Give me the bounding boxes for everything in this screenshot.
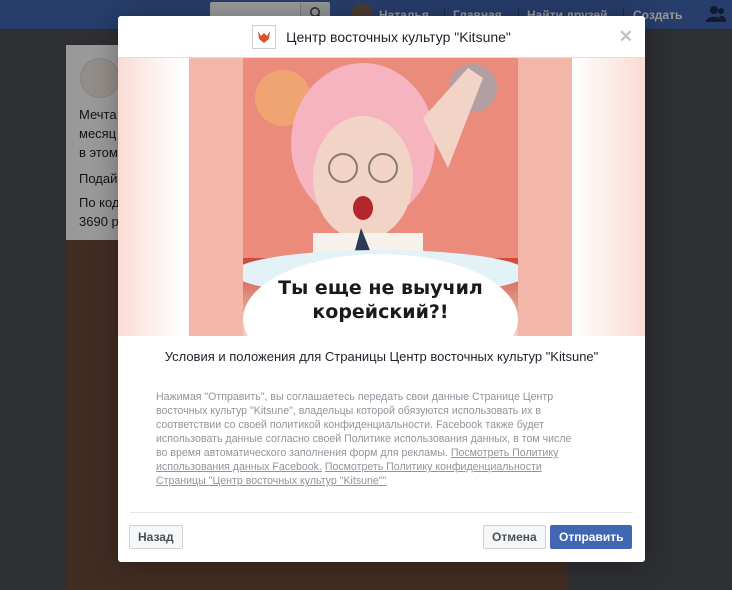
terms-title: Условия и положения для Страницы Центр в… <box>164 349 599 364</box>
hero-banner: Ты еще не выучил корейский?! <box>118 58 645 336</box>
cancel-button[interactable]: Отмена <box>483 525 546 549</box>
hero-image: Ты еще не выучил корейский?! <box>243 58 518 336</box>
dialog-header: Центр восточных культур "Kitsune" ✕ <box>118 16 645 58</box>
submit-button[interactable]: Отправить <box>550 525 633 549</box>
close-icon[interactable]: ✕ <box>619 28 633 45</box>
footer-divider <box>130 512 633 513</box>
hero-caption-line: Ты еще не выучил <box>278 277 483 299</box>
fox-logo-icon <box>258 30 271 43</box>
hero-caption-line: корейский?! <box>312 301 449 323</box>
kitsune-logo <box>252 24 277 49</box>
lead-form-dialog: Центр восточных культур "Kitsune" ✕ Ты е… <box>118 16 645 562</box>
hero-photo <box>243 58 518 258</box>
dialog-title: Центр восточных культур "Kitsune" <box>286 28 511 45</box>
hero-caption: Ты еще не выучил корейский?! <box>243 276 518 324</box>
back-button[interactable]: Назад <box>129 525 183 549</box>
terms-body: Нажимая "Отправить", вы соглашаетесь пер… <box>156 390 576 488</box>
